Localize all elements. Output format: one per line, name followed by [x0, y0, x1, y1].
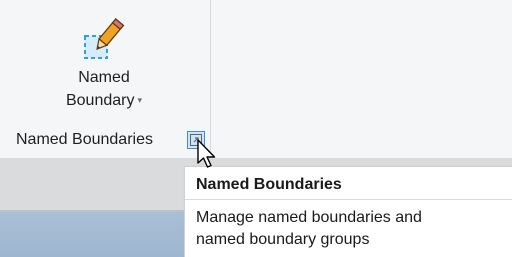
- tooltip-description-line1: Manage named boundaries and: [196, 209, 422, 226]
- named-boundary-button[interactable]: Named Boundary ▾: [52, 10, 156, 120]
- pencil-dashed-square-icon: [82, 16, 126, 62]
- panel-title: Named Boundaries: [16, 131, 153, 148]
- dropdown-arrow-icon[interactable]: ▾: [137, 95, 142, 105]
- mouse-cursor-icon: [196, 139, 220, 171]
- named-boundary-label-text: Boundary: [65, 92, 135, 109]
- tooltip: Named Boundaries Manage named boundaries…: [184, 166, 512, 257]
- named-boundary-label-line2: Boundary ▾: [52, 90, 156, 111]
- ribbon-panel-named-boundaries: Named Boundary ▾ Named Boundaries: [0, 0, 210, 158]
- tooltip-description-line2: named boundary groups: [196, 231, 370, 248]
- ribbon-empty-area: [211, 0, 512, 158]
- named-boundary-label-line1: Named: [78, 69, 130, 86]
- tooltip-title: Named Boundaries: [196, 176, 342, 193]
- tooltip-divider: [185, 199, 512, 200]
